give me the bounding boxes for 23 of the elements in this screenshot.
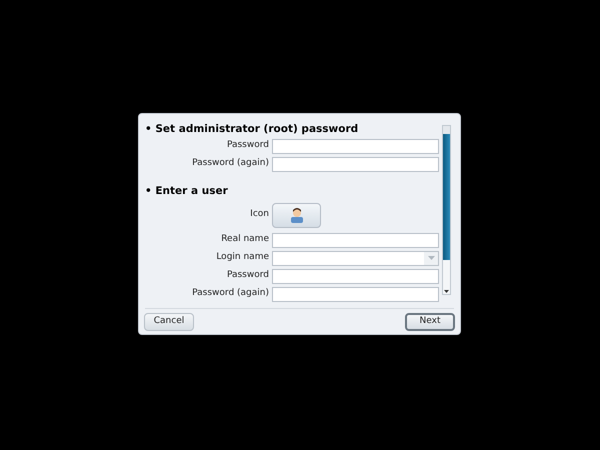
cancel-button[interactable]: Cancel — [144, 313, 194, 331]
field-label: Password — [226, 269, 269, 282]
scrollbar-thumb[interactable] — [443, 134, 450, 260]
field-label: Password — [226, 139, 269, 152]
field-label: Password (again) — [191, 157, 269, 170]
scroll-down-icon — [443, 288, 450, 294]
input-field[interactable] — [272, 286, 439, 302]
next-button[interactable]: Next — [405, 313, 455, 331]
input-field[interactable] — [272, 156, 439, 172]
field-label: Login name — [215, 251, 269, 264]
icon-button[interactable] — [272, 202, 321, 228]
field-label: Real name — [220, 233, 269, 246]
scrollbar[interactable] — [442, 125, 451, 295]
input-field[interactable] — [272, 268, 439, 284]
user-avatar-icon — [290, 207, 304, 223]
input-field[interactable] — [272, 138, 439, 154]
field-label: Password (again) — [191, 287, 269, 300]
dropdown-arrow-icon — [428, 256, 434, 260]
field-label: Icon — [249, 208, 269, 222]
section-heading: • Enter a user — [145, 184, 229, 199]
scroll-up-button[interactable] — [443, 126, 450, 134]
input-field[interactable] — [272, 232, 439, 248]
section-heading: • Set administrator (root) password — [145, 122, 360, 137]
